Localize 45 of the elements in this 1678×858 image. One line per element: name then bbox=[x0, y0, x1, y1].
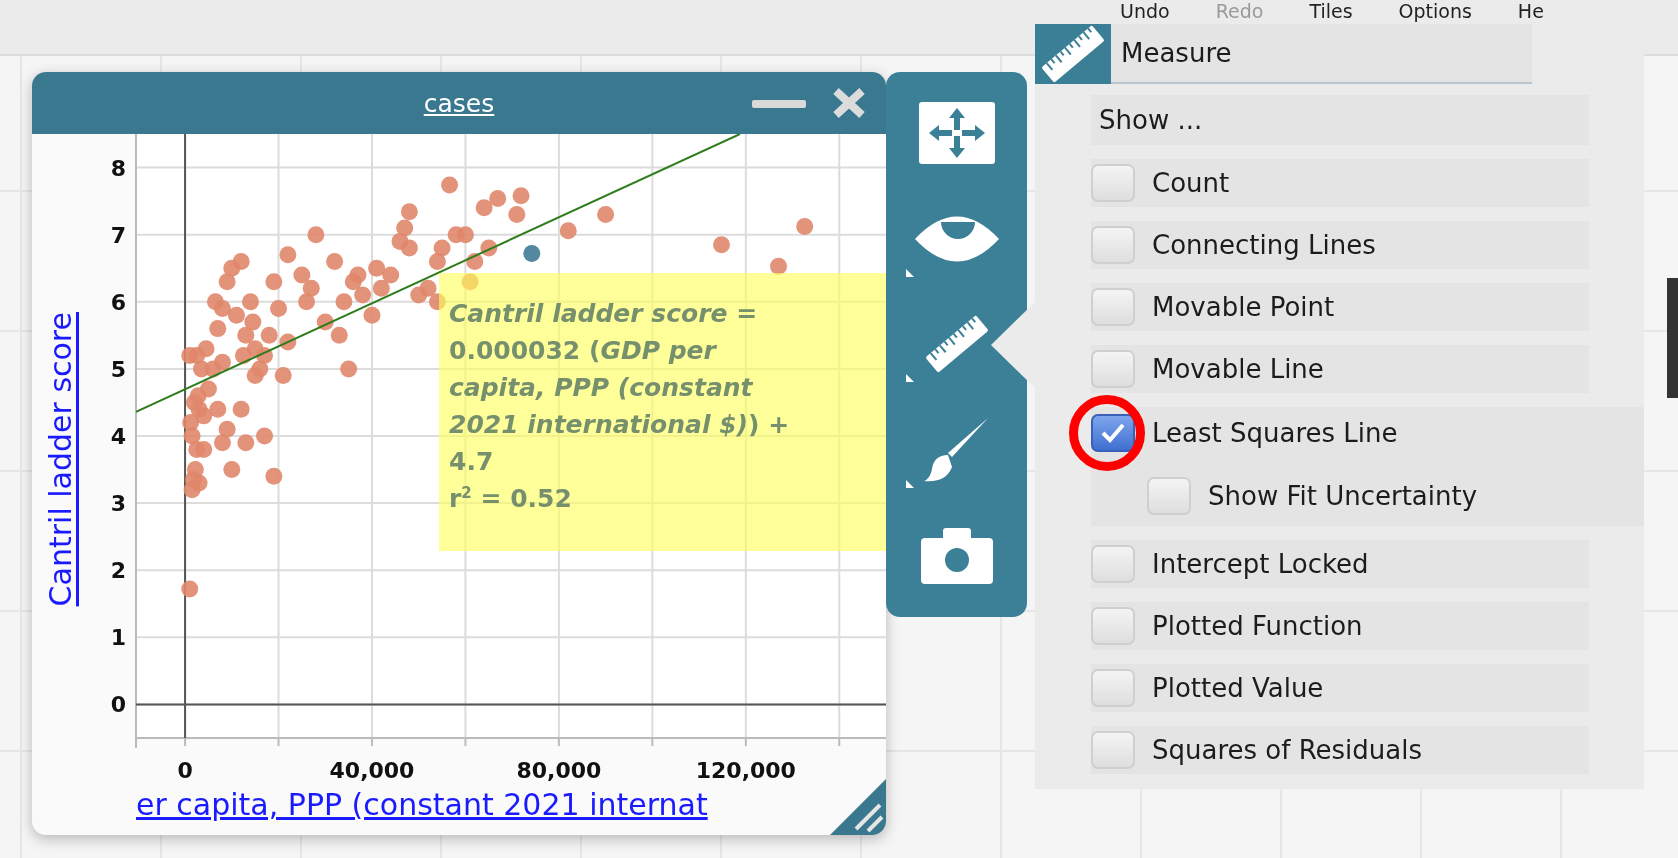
data-point[interactable] bbox=[316, 313, 334, 331]
tick-label: 40,000 bbox=[329, 758, 415, 783]
option-label[interactable]: Show Fit Uncertainty bbox=[1208, 481, 1478, 511]
tick-label: 0 bbox=[110, 692, 126, 718]
section-heading: Show ... bbox=[1098, 105, 1203, 135]
tick-label: 4 bbox=[110, 424, 126, 449]
close-icon[interactable] bbox=[832, 88, 866, 118]
data-point[interactable] bbox=[213, 353, 231, 371]
tick-label: 3 bbox=[110, 491, 126, 517]
menu-item[interactable]: He bbox=[1517, 0, 1544, 22]
data-point[interactable] bbox=[279, 333, 297, 351]
data-point[interactable] bbox=[466, 253, 484, 270]
data-point[interactable] bbox=[183, 427, 201, 445]
tick-label: 8 bbox=[110, 155, 126, 181]
checkbox[interactable] bbox=[1091, 414, 1135, 452]
data-point[interactable] bbox=[256, 346, 273, 364]
tick-label: 0 bbox=[177, 758, 193, 783]
resize-handle-icon[interactable] bbox=[830, 779, 886, 835]
data-point[interactable] bbox=[523, 244, 541, 262]
tick-label: 80,000 bbox=[516, 758, 602, 783]
menu-item[interactable]: Tiles bbox=[1309, 0, 1353, 22]
tick-label: 1 bbox=[110, 625, 126, 651]
menu-item[interactable]: Options bbox=[1398, 0, 1472, 22]
tick-label: 5 bbox=[110, 356, 126, 382]
tick-label: 2 bbox=[110, 558, 126, 584]
data-point[interactable] bbox=[480, 239, 498, 257]
option-label[interactable]: Count bbox=[1152, 168, 1230, 198]
axis-label[interactable]: er capita, PPP (constant 2021 internat bbox=[136, 787, 708, 822]
panel-title: Measure bbox=[1121, 38, 1232, 68]
menu-item[interactable]: Undo bbox=[1120, 0, 1170, 22]
tick-label: 7 bbox=[110, 222, 126, 248]
data-point[interactable] bbox=[199, 380, 217, 398]
tick-label: 120,000 bbox=[695, 758, 796, 783]
data-point[interactable] bbox=[235, 346, 252, 364]
move-icon bbox=[918, 101, 995, 164]
data-point[interactable] bbox=[181, 580, 199, 598]
data-point[interactable] bbox=[419, 279, 437, 297]
equation-text: r$^{2}$ = 0.52 bbox=[449, 482, 572, 515]
check-icon bbox=[1100, 422, 1126, 444]
axis-label[interactable]: Cantril ladder score bbox=[42, 312, 78, 607]
option-label[interactable]: Least Squares Line bbox=[1152, 418, 1398, 448]
window-title: cases bbox=[423, 88, 495, 118]
camera-icon bbox=[920, 528, 993, 585]
data-point[interactable] bbox=[372, 279, 390, 297]
tick-label: 6 bbox=[110, 289, 126, 315]
